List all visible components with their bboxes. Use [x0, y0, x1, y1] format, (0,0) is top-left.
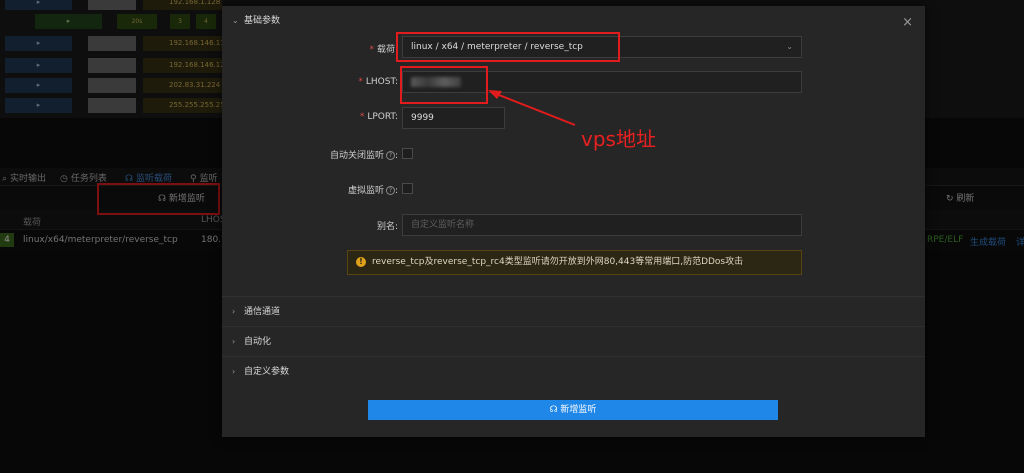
lhost-label: * LHOST: — [358, 77, 398, 87]
chevron-right-icon: › — [232, 367, 236, 376]
payload-label: * 载荷 — [369, 45, 395, 55]
section-custom-params[interactable]: › 自定义参数 — [222, 356, 925, 386]
chevron-down-icon: ⌄ — [232, 16, 239, 25]
highlight-box — [396, 32, 620, 62]
lport-label: * LPORT: — [359, 112, 398, 122]
lport-input[interactable]: 9999 — [402, 107, 505, 129]
chevron-right-icon: › — [232, 337, 236, 346]
highlight-box — [400, 66, 488, 104]
question-icon[interactable]: ? — [385, 151, 395, 160]
warning-alert: ! reverse_tcp及reverse_tcp_rc4类型监听请勿开放到外网… — [347, 250, 802, 275]
virtual-listener-checkbox[interactable] — [402, 183, 413, 194]
alias-label: 别名: — [376, 222, 398, 232]
auto-close-label: 自动关闭监听?: — [329, 151, 398, 161]
add-listener-dialog: × ⌄ 基础参数 * 载荷 linux / x64 / meterpreter / … — [222, 6, 925, 437]
alias-input[interactable]: 自定义监听名称 — [402, 214, 802, 236]
chevron-down-icon: ⌄ — [786, 42, 793, 51]
annotation-note: vps地址 — [581, 127, 656, 151]
section-automation[interactable]: › 自动化 — [222, 326, 925, 356]
submit-add-listener-button[interactable]: ☊ 新增监听 — [368, 400, 778, 420]
section-channel[interactable]: › 通信通道 — [222, 296, 925, 326]
warning-icon: ! — [356, 257, 366, 267]
question-icon[interactable]: ? — [385, 186, 395, 195]
chevron-right-icon: › — [232, 307, 236, 316]
auto-close-checkbox[interactable] — [402, 148, 413, 159]
headphones-icon: ☊ — [549, 405, 561, 415]
virtual-listener-label: 虚拟监听?: — [347, 186, 398, 196]
